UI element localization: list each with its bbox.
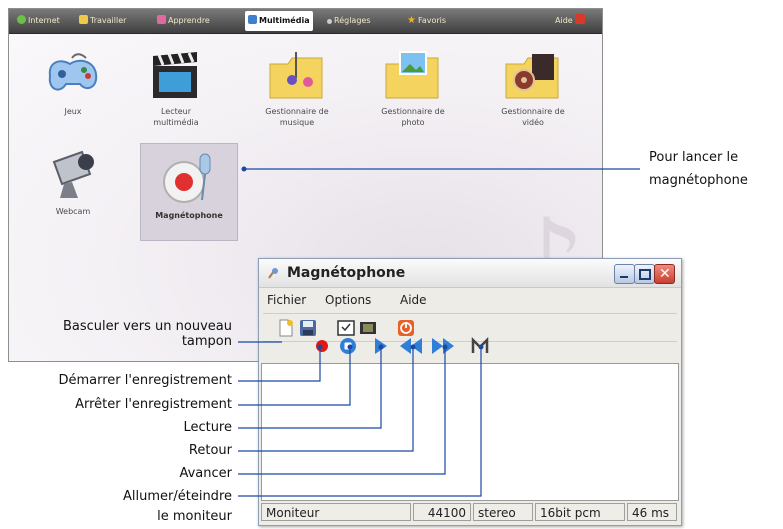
callout-new-buffer-line2: tampon bbox=[181, 334, 232, 349]
callout-start-record: Démarrer l'enregistrement bbox=[58, 373, 232, 388]
callout-dot bbox=[317, 344, 323, 350]
callout-line-rewind bbox=[238, 347, 414, 452]
callout-new-buffer-line1: Basculer vers un nouveau bbox=[62, 319, 232, 334]
callout-line-play bbox=[238, 347, 382, 429]
callout-forward: Avancer bbox=[179, 466, 232, 481]
callout-launch-line1: Pour lancer le bbox=[649, 150, 739, 165]
callout-dot bbox=[347, 344, 353, 350]
callout-launch-line2: magnétophone bbox=[649, 173, 748, 188]
callout-line-forward bbox=[238, 347, 446, 475]
callout-play: Lecture bbox=[183, 420, 232, 435]
callout-dot bbox=[478, 344, 484, 350]
callout-dot bbox=[442, 344, 448, 350]
callout-line-stop bbox=[238, 347, 351, 406]
callout-line-record bbox=[238, 347, 321, 382]
callout-rewind: Retour bbox=[188, 443, 232, 458]
callout-monitor-line2: le moniteur bbox=[157, 509, 232, 524]
callout-monitor-line1: Allumer/éteindre bbox=[123, 489, 232, 504]
callout-stop-record: Arrêter l'enregistrement bbox=[75, 397, 232, 412]
callout-dot bbox=[241, 166, 247, 172]
callout-dot bbox=[410, 344, 416, 350]
callout-dot bbox=[378, 344, 384, 350]
